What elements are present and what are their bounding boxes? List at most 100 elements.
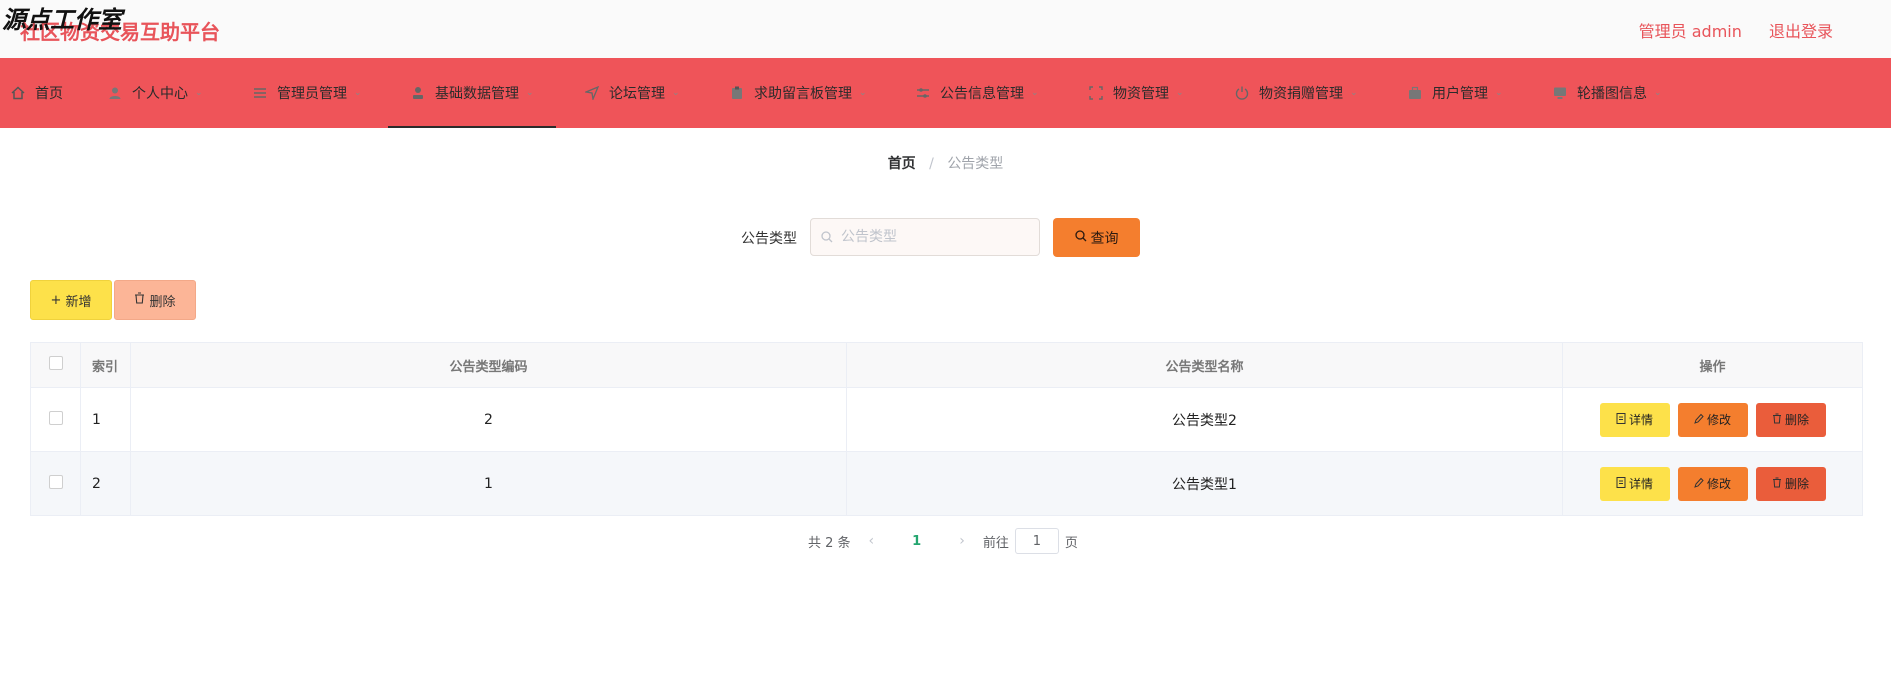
goto-suffix: 页 [1064,535,1078,551]
frame-icon [1088,85,1104,101]
select-all-cell [30,342,81,388]
column-header-code[interactable]: 公告类型编码 [130,342,847,388]
detail-button-label: 详情 [1628,477,1653,491]
page-number-current[interactable]: 1 [912,534,921,549]
add-button-label: 新增 [65,294,92,310]
detail-button[interactable]: 详情 [1599,402,1670,437]
search-input[interactable] [839,228,1023,246]
search-icon [1074,229,1087,246]
select-all-checkbox[interactable] [48,356,63,370]
user-icon [107,85,123,101]
edit-button-label: 修改 [1706,413,1731,427]
bulk-delete-button[interactable]: 删除 [114,280,196,320]
nav-label: 个人中心 [132,86,188,102]
nav-label: 求助留言板管理 [754,86,852,102]
nav-label: 轮播图信息 [1577,86,1647,102]
pagination: 共 2 条 ‹ 1 › 前往 页 [808,528,1078,554]
chevron-down-icon: ⌄ [1031,88,1039,98]
nav-label: 公告信息管理 [940,86,1024,102]
delete-button[interactable]: 删除 [1755,466,1826,501]
chevron-down-icon: ⌄ [354,88,362,98]
nav-item-personal-center[interactable]: 个人中心 ⌄ [107,58,203,128]
bulk-delete-button-label: 删除 [149,294,176,310]
goto-prefix: 前往 [982,535,1009,551]
row-checkbox[interactable] [48,410,63,425]
plus-icon: + [50,292,62,308]
nav-item-announcement-management[interactable]: 公告信息管理 ⌄ [915,58,1039,128]
detail-button-label: 详情 [1628,413,1653,427]
clipboard-icon [729,85,745,101]
row-name: 公告类型1 [846,451,1563,516]
document-icon [1616,412,1626,427]
breadcrumb-home-link[interactable]: 首页 [888,156,916,172]
briefcase-icon [1407,85,1423,101]
breadcrumb-separator: / [929,156,934,172]
person-icon [410,85,426,101]
chevron-down-icon: ⌄ [526,88,534,98]
row-name: 公告类型2 [846,387,1563,452]
nav-item-admin-management[interactable]: 管理员管理 ⌄ [252,58,362,128]
nav-item-material-management[interactable]: 物资管理 ⌄ [1088,58,1184,128]
search-label: 公告类型 [741,231,797,247]
delete-button-label: 删除 [1784,477,1809,491]
chevron-down-icon: ⌄ [859,88,867,98]
nav-item-forum-management[interactable]: 论坛管理 ⌄ [584,58,680,128]
list-icon [252,85,268,101]
table-row: 1 2 公告类型2 详情 修改 删除 [30,387,1863,452]
nav-label: 首页 [35,86,63,102]
sliders-icon [915,85,931,101]
chevron-down-icon: ⌄ [672,88,680,98]
watermark-text: 源点工作室 [2,5,122,34]
column-header-index: 索引 [80,342,131,388]
query-button-label: 查询 [1090,230,1119,247]
prev-page-icon[interactable]: ‹ [869,533,875,549]
delete-button[interactable]: 删除 [1755,402,1826,437]
edit-icon [1694,477,1704,491]
row-actions: 详情 修改 删除 [1562,451,1863,516]
row-checkbox-cell [30,451,81,516]
chevron-down-icon: ⌄ [1654,88,1662,98]
table-row: 2 1 公告类型1 详情 修改 删除 [30,451,1863,516]
row-checkbox-cell [30,387,81,452]
header-user-area: 管理员 admin 退出登录 [1617,18,1833,42]
chevron-down-icon: ⌄ [1495,88,1503,98]
search-box [810,218,1040,256]
nav-label: 论坛管理 [609,86,665,102]
nav-label: 基础数据管理 [435,86,519,102]
nav-item-donation-management[interactable]: 物资捐赠管理 ⌄ [1234,58,1358,128]
detail-button[interactable]: 详情 [1599,466,1670,501]
column-header-actions: 操作 [1562,342,1863,388]
edit-button[interactable]: 修改 [1677,402,1748,437]
nav-item-basic-data-management[interactable]: 基础数据管理 ⌄ [388,58,556,128]
nav-label: 物资捐赠管理 [1259,86,1343,102]
row-index: 2 [80,451,131,516]
nav-item-help-message-management[interactable]: 求助留言板管理 ⌄ [729,58,867,128]
nav-item-carousel-info[interactable]: 轮播图信息 ⌄ [1552,58,1662,128]
admin-user-link[interactable]: 管理员 admin [1639,22,1742,41]
nav-item-home[interactable]: 首页 [10,58,63,128]
delete-button-label: 删除 [1784,413,1809,427]
top-header: 社区物资交易互助平台 源点工作室 管理员 admin 退出登录 [0,0,1891,58]
pagination-total: 共 2 条 [808,535,851,551]
row-code: 1 [130,451,847,516]
edit-button[interactable]: 修改 [1677,466,1748,501]
row-checkbox[interactable] [48,474,63,489]
logout-link[interactable]: 退出登录 [1769,22,1833,41]
table-header-row: 索引 公告类型编码 公告类型名称 操作 [30,342,1863,388]
query-button[interactable]: 查询 [1053,218,1140,257]
chevron-down-icon: ⌄ [1350,88,1358,98]
nav-label: 物资管理 [1113,86,1169,102]
nav-item-user-management[interactable]: 用户管理 ⌄ [1407,58,1503,128]
trash-icon [1772,477,1782,491]
edit-icon [1694,413,1704,427]
search-icon [821,228,833,247]
chevron-down-icon: ⌄ [195,88,203,98]
goto-page-input[interactable] [1014,528,1059,554]
add-button[interactable]: + 新增 [30,280,112,320]
column-header-name[interactable]: 公告类型名称 [846,342,1563,388]
trash-icon [134,292,145,308]
next-page-icon[interactable]: › [959,533,965,549]
breadcrumb: 首页 / 公告类型 [0,153,1891,173]
chevron-down-icon: ⌄ [1176,88,1184,98]
edit-button-label: 修改 [1706,477,1731,491]
